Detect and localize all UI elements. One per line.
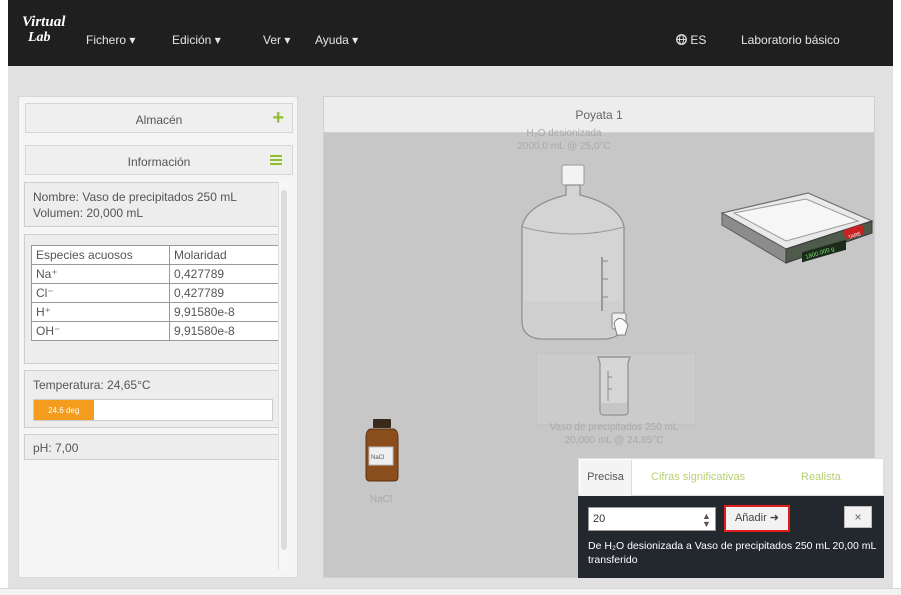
- add-button[interactable]: Añadir ➜: [724, 505, 790, 532]
- species-table: Especies acuosos Molaridad Na⁺ 0,427789 …: [31, 245, 281, 341]
- transfer-message: De H₂O desionizada a Vaso de precipitado…: [588, 540, 876, 566]
- bottle-label-text: NaCl: [371, 455, 384, 461]
- beaker-icon[interactable]: [594, 353, 634, 417]
- beaker-volume: 20,000 mL @ 24,65°C: [564, 435, 664, 446]
- name-volume-box: Nombre: Vaso de precipitados 250 mL Volu…: [24, 182, 284, 227]
- stepper-icon[interactable]: ▲ ▼: [702, 512, 711, 529]
- informacion-title: Información: [127, 155, 191, 169]
- molarity-col-header: Molaridad: [169, 245, 281, 265]
- water-name: H₂O desionizada: [526, 128, 602, 139]
- info-scrollbar[interactable]: [278, 182, 288, 570]
- species-cell: OH⁻: [31, 321, 170, 341]
- tab-cifras-significativas[interactable]: Cifras significativas: [651, 471, 745, 483]
- informacion-header[interactable]: Información: [25, 145, 293, 175]
- balance-scale-icon[interactable]: 1800.000 g TARE: [716, 187, 876, 267]
- tab-realista[interactable]: Realista: [801, 471, 841, 483]
- ph-label: pH: 7,00: [33, 441, 79, 455]
- lab-name[interactable]: Laboratorio básico: [741, 33, 840, 47]
- nacl-bottle-icon[interactable]: NaCl: [364, 417, 400, 483]
- popover-tabs: Precisa Cifras significativas Realista: [578, 458, 884, 496]
- transfer-popover: Precisa Cifras significativas Realista ▲…: [578, 458, 884, 578]
- species-box: Especies acuosos Molaridad Na⁺ 0,427789 …: [24, 234, 284, 364]
- name-line: Nombre: Vaso de precipitados 250 mL: [33, 190, 237, 204]
- table-row: Na⁺ 0,427789: [31, 264, 281, 284]
- species-cell: Na⁺: [31, 264, 170, 284]
- menu-ver[interactable]: Ver ▾: [263, 33, 290, 47]
- bottom-strip: [0, 588, 901, 595]
- table-row: OH⁻ 9,91580e-8: [31, 321, 281, 341]
- virtual-lab-logo[interactable]: Virtual Lab: [22, 15, 68, 51]
- amount-input[interactable]: [588, 507, 716, 531]
- species-header-row: Especies acuosos Molaridad: [31, 245, 281, 265]
- language-selector[interactable]: ES: [676, 33, 706, 47]
- species-cell: H⁺: [31, 302, 170, 322]
- species-cell: Cl⁻: [31, 283, 170, 303]
- scrollbar-thumb[interactable]: [281, 190, 287, 550]
- molarity-cell: 9,91580e-8: [169, 321, 281, 341]
- logo-line-1: Virtual: [22, 14, 66, 30]
- water-label: H₂O desionizada 2000,0 mL @ 25,0°C: [504, 127, 624, 153]
- molarity-cell: 9,91580e-8: [169, 302, 281, 322]
- water-carboy-icon[interactable]: [514, 161, 634, 351]
- ph-box: pH: 7,00: [24, 434, 284, 460]
- table-row: Cl⁻ 0,427789: [31, 283, 281, 303]
- beaker-name: Vaso de precipitados 250 mL: [549, 422, 679, 433]
- popover-body: ▲▼ Añadir ➜ × De H₂O desionizada a Vaso …: [578, 496, 884, 578]
- temperature-bar: 24.6 deg: [33, 399, 273, 421]
- logo-line-2: Lab: [28, 30, 51, 45]
- info-scroll-area[interactable]: Nombre: Vaso de precipitados 250 mL Volu…: [24, 182, 292, 572]
- temperature-box: Temperatura: 24,65°C 24.6 deg: [24, 370, 284, 428]
- globe-icon: [676, 34, 687, 45]
- temperature-bar-fill: 24.6 deg: [34, 400, 94, 420]
- bench-title: Poyata 1: [575, 108, 623, 122]
- list-icon[interactable]: [270, 155, 282, 166]
- menu-edicion[interactable]: Edición ▾: [172, 33, 221, 47]
- plus-icon[interactable]: +: [272, 108, 284, 128]
- menu-ayuda[interactable]: Ayuda ▾: [315, 33, 358, 47]
- species-col-header: Especies acuosos: [31, 245, 170, 265]
- navbar: Virtual Lab Fichero ▾ Edición ▾ Ver ▾ Ay…: [8, 0, 893, 66]
- water-volume: 2000,0 mL @ 25,0°C: [517, 141, 611, 152]
- temperature-label: Temperatura: 24,65°C: [33, 378, 151, 392]
- almacen-header[interactable]: Almacén +: [25, 103, 293, 133]
- language-label: ES: [690, 33, 707, 47]
- close-button[interactable]: ×: [844, 506, 872, 528]
- molarity-cell: 0,427789: [169, 283, 281, 303]
- menu-fichero[interactable]: Fichero ▾: [86, 33, 135, 47]
- nacl-label: NaCl: [369, 494, 393, 505]
- volume-line: Volumen: 20,000 mL: [33, 206, 144, 220]
- beaker-label: Vaso de precipitados 250 mL 20,000 mL @ …: [524, 421, 704, 447]
- table-row: H⁺ 9,91580e-8: [31, 302, 281, 322]
- almacen-title: Almacén: [135, 113, 183, 127]
- tab-precisa[interactable]: Precisa: [580, 460, 632, 496]
- molarity-cell: 0,427789: [169, 264, 281, 284]
